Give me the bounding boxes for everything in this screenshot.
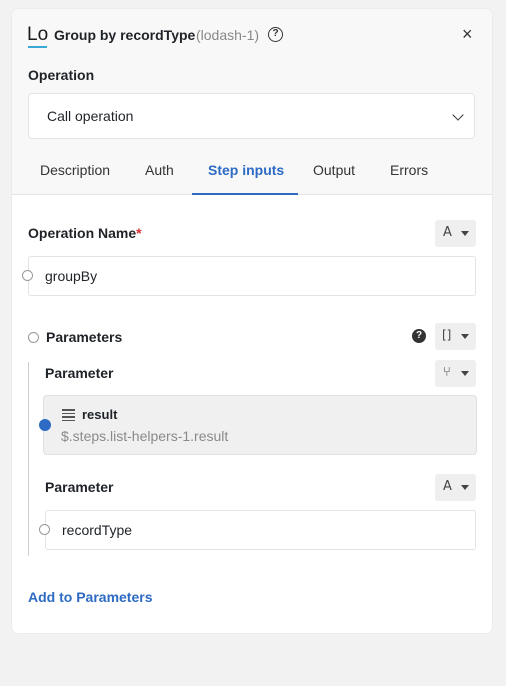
operation-select[interactable]: Call operation: [28, 93, 475, 139]
caret-down-icon: [461, 371, 469, 376]
tab-errors[interactable]: Errors: [390, 162, 428, 178]
chevron-down-icon: [452, 109, 464, 121]
step-id: (lodash-1): [196, 27, 260, 43]
parameter-2-input[interactable]: recordType: [45, 510, 476, 550]
add-to-parameters-link[interactable]: Add to Parameters: [28, 589, 152, 605]
required-mark: *: [136, 225, 142, 241]
operation-name-input[interactable]: groupBy: [28, 256, 476, 296]
help-icon[interactable]: ?: [268, 27, 283, 42]
tab-step-inputs[interactable]: Step inputs: [208, 162, 284, 178]
parameter-1-reference[interactable]: result $.steps.list-helpers-1.result: [43, 395, 477, 455]
parameters-tree-line: [28, 362, 29, 556]
array-type-icon: []: [442, 328, 452, 342]
lodash-logo: Lo: [27, 24, 49, 48]
text-type-icon: A: [443, 225, 452, 240]
operation-selected-value: Call operation: [47, 108, 134, 124]
parameters-type-button[interactable]: []: [435, 323, 476, 350]
caret-down-icon: [461, 231, 469, 236]
tab-auth[interactable]: Auth: [145, 162, 174, 178]
parameter-1-connector-dot[interactable]: [39, 419, 51, 431]
step-title: Group by recordType: [54, 27, 196, 43]
parameters-help-icon[interactable]: ?: [412, 329, 426, 343]
caret-down-icon: [461, 485, 469, 490]
parameter-2-label: Parameter: [45, 479, 114, 495]
operation-name-connector-dot[interactable]: [22, 270, 33, 281]
caret-down-icon: [461, 334, 469, 339]
operation-name-label: Operation Name*: [28, 225, 142, 241]
operation-name-type-button[interactable]: A: [435, 220, 476, 247]
tab-output[interactable]: Output: [313, 162, 355, 178]
step-panel: Lo Group by recordType (lodash-1) ? × Op…: [12, 9, 492, 633]
tab-description[interactable]: Description: [40, 162, 110, 178]
parameter-2-type-button[interactable]: A: [435, 474, 476, 501]
active-tab-indicator: [192, 193, 298, 195]
text-type-icon: A: [443, 479, 452, 494]
parameters-connector-dot[interactable]: [28, 332, 39, 343]
table-icon: [62, 409, 75, 421]
parameter-1-label: Parameter: [45, 365, 114, 381]
reference-path: $.steps.list-helpers-1.result: [61, 428, 229, 444]
panel-header: Lo Group by recordType (lodash-1) ? × Op…: [12, 9, 492, 195]
parameter-2-value: recordType: [62, 522, 133, 538]
parameters-label: Parameters: [46, 329, 123, 345]
operation-name-label-text: Operation Name: [28, 225, 137, 241]
branch-type-icon: ⑂: [443, 365, 451, 380]
close-icon[interactable]: ×: [462, 25, 473, 43]
parameter-1-type-button[interactable]: ⑂: [435, 360, 476, 387]
reference-title: result: [82, 407, 118, 422]
parameter-2-connector-dot[interactable]: [39, 524, 50, 535]
operation-name-value: groupBy: [45, 268, 98, 284]
operation-label: Operation: [28, 67, 95, 83]
